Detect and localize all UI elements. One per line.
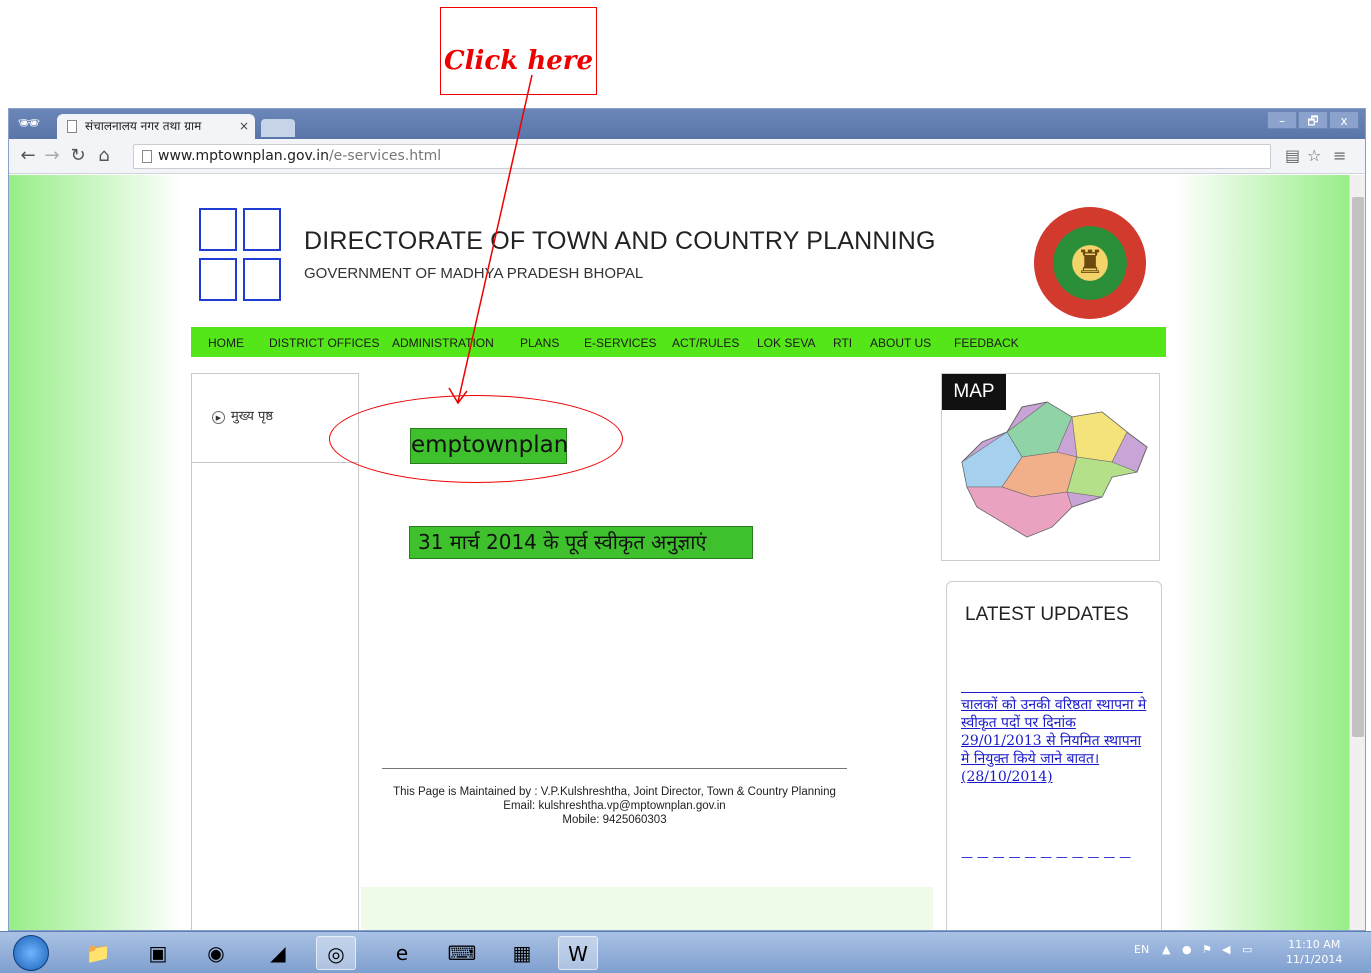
word-icon[interactable]: W	[558, 936, 598, 970]
browser-toolbar: ← → ↻ ⌂ www.mptownplan.gov.in/e-services…	[9, 139, 1365, 174]
updates-divider	[961, 692, 1143, 693]
system-clock[interactable]: 11:10 AM 11/1/2014	[1286, 937, 1342, 967]
notes-icon[interactable]: ◢	[258, 936, 298, 970]
site-subtitle: GOVERNMENT OF MADHYA PRADESH BHOPAL	[304, 265, 644, 282]
madhya-pradesh-map	[961, 401, 1148, 538]
window-controls: – 🗗 x	[1266, 111, 1359, 129]
clock-time: 11:10 AM	[1288, 938, 1341, 951]
maximize-button[interactable]: 🗗	[1298, 111, 1328, 129]
web-page: DIRECTORATE OF TOWN AND COUNTRY PLANNING…	[9, 175, 1349, 930]
sidebar-item-label: मुख्य पृष्ठ	[231, 409, 274, 424]
menu-lok-seva[interactable]: LOK SEVA	[757, 336, 815, 350]
menu-district-offices[interactable]: DISTRICT OFFICES	[269, 336, 379, 350]
action-center-flag-icon[interactable]: ⚑	[1202, 943, 1212, 956]
windows-taskbar: 📁 ▣ ◉ ◢ ◎ e ⌨ ▦ W EN ▲ ● ⚑ ◀ ▭ 11:10 AM …	[0, 931, 1371, 973]
start-button[interactable]	[13, 935, 49, 971]
footer: This Page is Maintained by : V.P.Kulshre…	[382, 785, 847, 827]
footer-maintainer: This Page is Maintained by : V.P.Kulshre…	[393, 786, 836, 798]
calculator-icon[interactable]: ▦	[502, 936, 542, 970]
close-button[interactable]: x	[1329, 111, 1359, 129]
menu-administration[interactable]: ADMINISTRATION	[392, 336, 494, 350]
state-emblem: ♜	[1034, 207, 1146, 319]
latest-updates-title: LATEST UPDATES	[965, 604, 1129, 625]
volume-icon[interactable]: ◀	[1222, 943, 1230, 956]
map-label: MAP	[942, 374, 1006, 410]
back-icon[interactable]: ←	[17, 145, 39, 166]
footer-email: Email: kulshreshtha.vp@mptownplan.gov.in	[503, 800, 726, 812]
menu-rti[interactable]: RTI	[833, 336, 852, 350]
translate-icon[interactable]: ▤	[1285, 146, 1300, 165]
menu-e-services[interactable]: E-SERVICES	[584, 336, 656, 350]
menu-act-rules[interactable]: ACT/RULES	[672, 336, 739, 350]
vertical-scrollbar[interactable]	[1349, 175, 1365, 930]
menu-icon[interactable]: ≡	[1333, 146, 1346, 165]
address-bar[interactable]: www.mptownplan.gov.in/e-services.html	[133, 144, 1271, 169]
menu-plans[interactable]: PLANS	[520, 336, 559, 350]
explorer-icon[interactable]: 📁	[78, 936, 118, 970]
menu-home[interactable]: HOME	[208, 336, 244, 350]
menu-about-us[interactable]: ABOUT US	[870, 336, 931, 350]
browser-tab[interactable]: संचालनालय नगर तथा ग्राम ×	[57, 114, 255, 139]
scrollbar-thumb[interactable]	[1352, 197, 1364, 737]
update-link[interactable]: चालकों को उनकी वरिष्ठता स्थापना मे स्वीक…	[961, 696, 1151, 786]
power-icon[interactable]: ▭	[1242, 943, 1252, 956]
url-path: /e-services.html	[328, 148, 442, 164]
footer-divider	[382, 768, 847, 769]
title-bar: 🕶 संचालनालय नगर तथा ग्राम × – 🗗 x	[9, 109, 1365, 139]
browser-window: 🕶 संचालनालय नगर तथा ग्राम × – 🗗 x ← → ↻ …	[8, 108, 1366, 931]
home-icon[interactable]: ⌂	[93, 145, 115, 166]
chrome-icon[interactable]: ◎	[316, 936, 356, 970]
callout-text: Click here	[443, 46, 594, 76]
tab-title: संचालनालय नगर तथा ग्राम	[85, 119, 202, 133]
footer-mobile: Mobile: 9425060303	[562, 814, 667, 826]
network-icon[interactable]: ●	[1182, 943, 1192, 956]
bookmark-star-icon[interactable]: ☆	[1307, 146, 1321, 165]
minimize-button[interactable]: –	[1267, 111, 1297, 129]
sidebar-column	[191, 463, 359, 930]
page-icon	[142, 150, 152, 163]
incognito-icon: 🕶	[17, 113, 41, 134]
annotation-callout: Click here	[440, 7, 597, 95]
url-host: www.mptownplan.gov.in	[158, 148, 329, 164]
menu-feedback[interactable]: FEEDBACK	[954, 336, 1019, 350]
site-title: DIRECTORATE OF TOWN AND COUNTRY PLANNING	[304, 227, 936, 255]
site-logo	[199, 208, 285, 304]
forward-icon[interactable]: →	[41, 145, 63, 166]
clock-date: 11/1/2014	[1286, 953, 1343, 966]
pre-approved-permissions-button[interactable]: 31 मार्च 2014 के पूर्व स्वीकृत अनुज्ञाएं	[409, 526, 753, 559]
keyboard-icon[interactable]: ⌨	[442, 936, 482, 970]
media-player-icon[interactable]: ▣	[138, 936, 178, 970]
footer-strip	[361, 887, 933, 930]
firefox-icon[interactable]: ◉	[196, 936, 236, 970]
new-tab-button[interactable]	[261, 119, 295, 137]
page-icon	[67, 120, 77, 133]
tab-close-icon[interactable]: ×	[239, 114, 249, 139]
internet-explorer-icon[interactable]: e	[382, 936, 422, 970]
language-indicator[interactable]: EN	[1134, 943, 1149, 956]
reload-icon[interactable]: ↻	[67, 145, 89, 166]
latest-updates-panel: LATEST UPDATES चालकों को उनकी वरिष्ठता स…	[946, 581, 1162, 930]
update-link-partial[interactable]: — — — — — — — — — — —	[961, 850, 1151, 862]
sidebar-item-home[interactable]: ▶ मुख्य पृष्ठ	[212, 406, 273, 424]
main-menu: HOME DISTRICT OFFICES ADMINISTRATION PLA…	[191, 327, 1166, 357]
show-hidden-icons-icon[interactable]: ▲	[1162, 943, 1170, 956]
map-panel[interactable]: MAP	[941, 373, 1160, 561]
annotation-ellipse	[329, 395, 623, 483]
play-circle-icon: ▶	[212, 411, 225, 424]
